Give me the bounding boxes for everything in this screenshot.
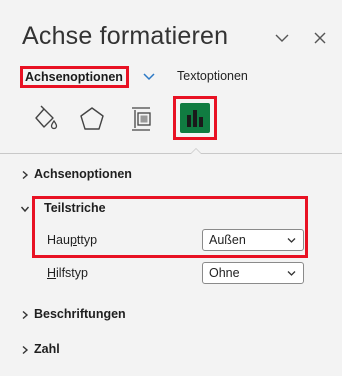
chevron-down-icon xyxy=(287,237,296,244)
close-pane-button[interactable] xyxy=(310,28,330,48)
major-type-label: Haupttyp xyxy=(47,233,98,247)
bar-chart-icon xyxy=(187,110,203,127)
axis-options-icon-bg xyxy=(180,103,210,133)
axis-options-dropdown[interactable] xyxy=(142,70,156,82)
major-type-value: Außen xyxy=(209,233,246,247)
minor-type-value: Ohne xyxy=(209,266,240,280)
minor-type-select[interactable]: Ohne xyxy=(202,262,304,284)
chevron-right-icon[interactable] xyxy=(20,170,30,180)
axis-options-button[interactable] xyxy=(173,96,217,140)
effects-icon xyxy=(80,107,104,130)
effects-button[interactable] xyxy=(77,104,107,134)
section-axis-options[interactable]: Achsenoptionen xyxy=(34,167,132,181)
section-number[interactable]: Zahl xyxy=(34,342,60,356)
format-axis-pane: Achse formatieren Achsenoptionen Textopt… xyxy=(0,0,342,376)
size-properties-button[interactable] xyxy=(126,104,156,134)
text-options-tab[interactable]: Textoptionen xyxy=(177,69,248,83)
chevron-down-icon xyxy=(275,34,289,42)
collapse-pane-button[interactable] xyxy=(272,28,292,48)
size-properties-icon xyxy=(132,107,151,131)
divider xyxy=(0,148,342,160)
chevron-down-icon[interactable] xyxy=(20,204,30,214)
minor-type-label: Hilfstyp xyxy=(47,266,88,280)
pane-title: Achse formatieren xyxy=(22,22,229,50)
fill-line-icon xyxy=(35,105,58,130)
chevron-down-icon xyxy=(143,73,155,81)
close-icon xyxy=(314,32,326,44)
axis-options-tab[interactable]: Achsenoptionen xyxy=(20,66,129,88)
category-icon-row xyxy=(22,96,322,146)
fill-line-button[interactable] xyxy=(30,104,60,134)
chevron-right-icon[interactable] xyxy=(20,310,30,320)
major-type-select[interactable]: Außen xyxy=(202,229,304,251)
chevron-down-icon xyxy=(287,270,296,277)
section-labels[interactable]: Beschriftungen xyxy=(34,307,126,321)
selected-indicator xyxy=(190,148,202,154)
chevron-right-icon[interactable] xyxy=(20,345,30,355)
